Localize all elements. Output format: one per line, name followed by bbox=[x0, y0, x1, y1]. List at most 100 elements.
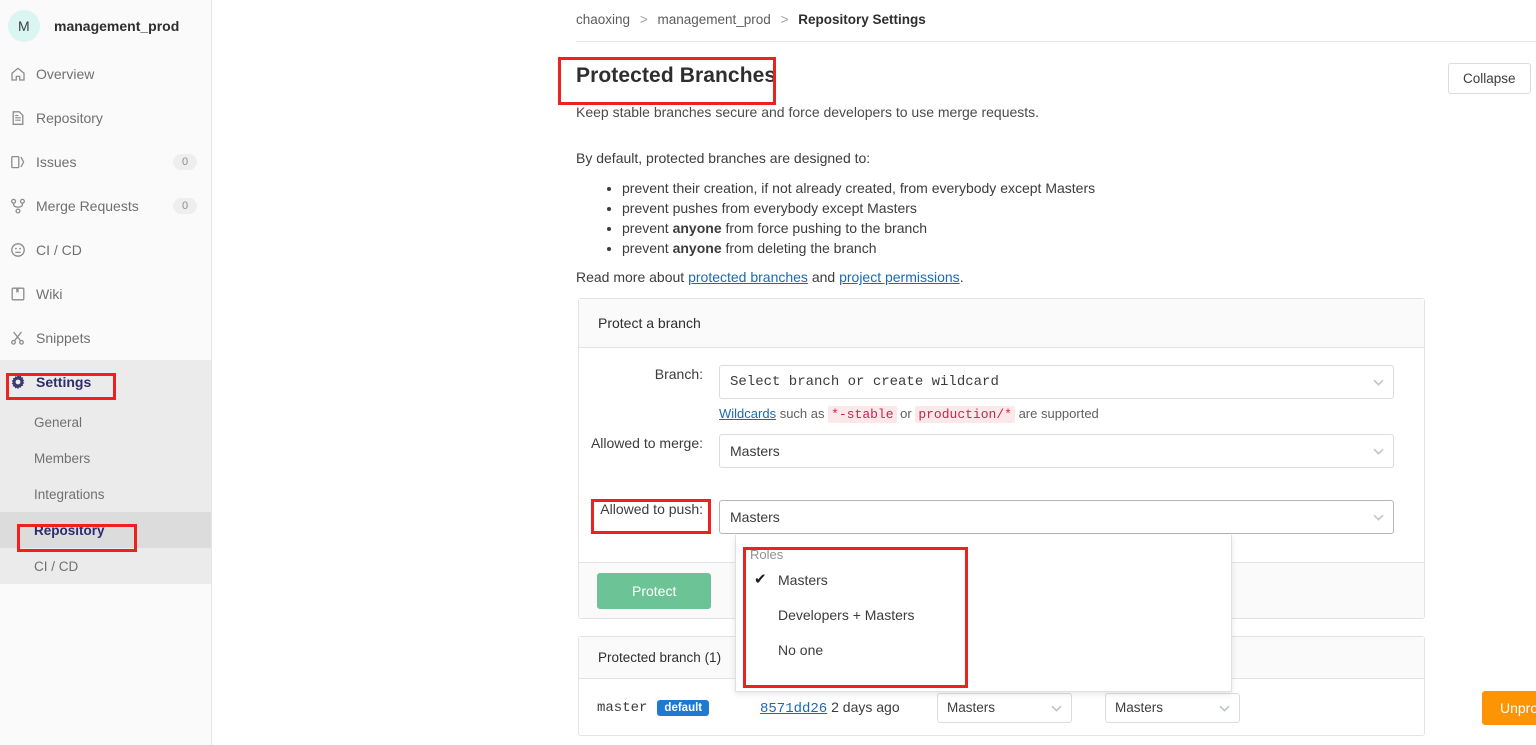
sidebar-item-label: Issues bbox=[36, 154, 77, 170]
wildcard-example-2: production/* bbox=[915, 406, 1015, 423]
allowed-to-push-value: Masters bbox=[730, 509, 780, 525]
gear-icon bbox=[10, 374, 36, 390]
allowed-to-push-label: Allowed to push: bbox=[600, 501, 703, 517]
home-icon bbox=[10, 66, 36, 82]
page-title: Protected Branches bbox=[576, 64, 777, 87]
page-subtitle: Keep stable branches secure and force de… bbox=[576, 104, 1040, 120]
breadcrumb-separator: > bbox=[639, 12, 648, 27]
sidebar-item-overview[interactable]: Overview bbox=[0, 52, 211, 96]
protect-branch-panel-title: Protect a branch bbox=[579, 299, 1424, 348]
sidebar-item-label: Repository bbox=[36, 110, 103, 126]
merge-requests-count-badge: 0 bbox=[173, 198, 197, 214]
dropdown-option-label: Masters bbox=[778, 571, 828, 588]
collapse-button[interactable]: Collapse bbox=[1448, 63, 1531, 94]
sidebar-item-settings-ci-cd[interactable]: CI / CD bbox=[0, 548, 211, 584]
breadcrumb-separator: > bbox=[780, 12, 789, 27]
read-more-suffix: . bbox=[959, 269, 964, 285]
sidebar-item-issues[interactable]: Issues 0 bbox=[0, 140, 211, 184]
sidebar-item-settings[interactable]: Settings bbox=[0, 360, 211, 404]
list-item: prevent their creation, if not already c… bbox=[622, 178, 1095, 198]
branch-select-value: Select branch or create wildcard bbox=[730, 374, 999, 390]
read-more-text: Read more about protected branches and p… bbox=[576, 269, 964, 285]
sidebar-item-settings-repository[interactable]: Repository bbox=[0, 512, 211, 548]
breadcrumb-current: Repository Settings bbox=[798, 12, 926, 27]
row-allowed-to-push-value: Masters bbox=[1115, 700, 1164, 715]
gitlab-repository-settings-page: M management_prod Overview Repository Is… bbox=[0, 0, 1536, 745]
sidebar-item-members[interactable]: Members bbox=[0, 440, 211, 476]
chevron-down-icon bbox=[1373, 448, 1384, 455]
project-header[interactable]: M management_prod bbox=[0, 0, 211, 52]
chevron-down-icon bbox=[1373, 379, 1384, 386]
list-item: prevent anyone from deleting the branch bbox=[622, 238, 1095, 258]
sidebar-item-merge-requests[interactable]: Merge Requests 0 bbox=[0, 184, 211, 228]
allowed-to-merge-row: Allowed to merge: Masters bbox=[579, 434, 1394, 468]
dropdown-option-masters[interactable]: ✔ Masters bbox=[736, 562, 1231, 597]
read-more-prefix: Read more about bbox=[576, 269, 689, 285]
dropdown-option-label: No one bbox=[778, 641, 824, 658]
sidebar-subitem-label: Members bbox=[34, 450, 91, 466]
sidebar-settings-group: Settings General Members Integrations Re… bbox=[0, 360, 211, 584]
sidebar-item-wiki[interactable]: Wiki bbox=[0, 272, 211, 316]
default-badge: default bbox=[657, 699, 710, 716]
sidebar-item-label: Merge Requests bbox=[36, 198, 139, 214]
breadcrumb-project[interactable]: management_prod bbox=[657, 12, 770, 27]
branch-select[interactable]: Select branch or create wildcard bbox=[719, 365, 1394, 399]
project-avatar: M bbox=[8, 10, 40, 42]
row-allowed-to-push-select[interactable]: Masters bbox=[1105, 692, 1240, 723]
dropdown-option-no-one[interactable]: No one bbox=[736, 632, 1231, 667]
breadcrumb: chaoxing > management_prod > Repository … bbox=[576, 12, 926, 27]
wildcards-link[interactable]: Wildcards bbox=[719, 406, 776, 421]
allowed-to-merge-select[interactable]: Masters bbox=[719, 434, 1394, 468]
header-divider bbox=[576, 41, 1536, 42]
issues-icon bbox=[10, 154, 36, 170]
sidebar-item-integrations[interactable]: Integrations bbox=[0, 476, 211, 512]
project-name: management_prod bbox=[54, 18, 180, 34]
check-icon: ✔ bbox=[754, 570, 767, 588]
description-intro: By default, protected branches are desig… bbox=[576, 150, 871, 166]
pipeline-icon bbox=[10, 242, 36, 258]
chevron-down-icon bbox=[1051, 705, 1062, 712]
allowed-to-push-select[interactable]: Masters bbox=[719, 500, 1394, 534]
commit-time: 2 days ago bbox=[831, 698, 900, 715]
list-item: prevent anyone from force pushing to the… bbox=[622, 218, 1095, 238]
row-allowed-to-merge-select[interactable]: Masters bbox=[937, 692, 1072, 723]
sidebar-subitem-label: CI / CD bbox=[34, 558, 79, 574]
dropdown-option-label: Developers + Masters bbox=[778, 606, 915, 623]
link-project-permissions[interactable]: project permissions bbox=[839, 269, 960, 285]
commit-sha-link[interactable]: 8571dd26 bbox=[760, 701, 827, 717]
list-item: prevent pushes from everybody except Mas… bbox=[622, 198, 1095, 218]
document-icon bbox=[10, 110, 36, 126]
sidebar-item-label: Settings bbox=[36, 374, 92, 390]
sidebar-item-general[interactable]: General bbox=[0, 404, 211, 440]
dropdown-option-developers-masters[interactable]: Developers + Masters bbox=[736, 597, 1231, 632]
protect-button[interactable]: Protect bbox=[597, 572, 712, 609]
merge-request-icon bbox=[10, 198, 36, 214]
sidebar-item-repository[interactable]: Repository bbox=[0, 96, 211, 140]
dropdown-section-label: Roles bbox=[750, 547, 784, 562]
branch-name: master bbox=[597, 699, 648, 716]
allowed-to-merge-label: Allowed to merge: bbox=[590, 435, 703, 451]
breadcrumb-group[interactable]: chaoxing bbox=[576, 12, 630, 27]
sidebar-item-label: Wiki bbox=[36, 286, 63, 302]
sidebar-item-label: Overview bbox=[36, 66, 95, 82]
link-protected-branches[interactable]: protected branches bbox=[688, 269, 808, 285]
allowed-to-merge-value: Masters bbox=[730, 443, 780, 459]
project-sidebar: M management_prod Overview Repository Is… bbox=[0, 0, 212, 745]
unprotect-button[interactable]: Unprotect bbox=[1482, 690, 1536, 725]
branch-label: Branch: bbox=[654, 366, 703, 382]
last-commit-cell: 8571dd26 2 days ago bbox=[760, 699, 900, 717]
issues-count-badge: 0 bbox=[173, 154, 197, 170]
sidebar-item-label: CI / CD bbox=[36, 242, 82, 258]
sidebar-subitem-label: General bbox=[34, 414, 83, 430]
sidebar-item-snippets[interactable]: Snippets bbox=[0, 316, 211, 360]
wildcard-helper-text: Wildcards such as *-stable or production… bbox=[719, 406, 1394, 423]
sidebar-subitem-label: Repository bbox=[34, 522, 105, 538]
protected-branch-rules-list: prevent their creation, if not already c… bbox=[596, 178, 1095, 258]
chevron-down-icon bbox=[1219, 705, 1230, 712]
sidebar-subitem-label: Integrations bbox=[34, 486, 105, 502]
chevron-down-icon bbox=[1373, 514, 1384, 521]
sidebar-item-ci-cd[interactable]: CI / CD bbox=[0, 228, 211, 272]
wildcard-text-2: or bbox=[896, 406, 916, 421]
branch-field-row: Branch: Select branch or create wildcard… bbox=[579, 365, 1394, 423]
protect-branch-form: Branch: Select branch or create wildcard… bbox=[579, 348, 1424, 563]
